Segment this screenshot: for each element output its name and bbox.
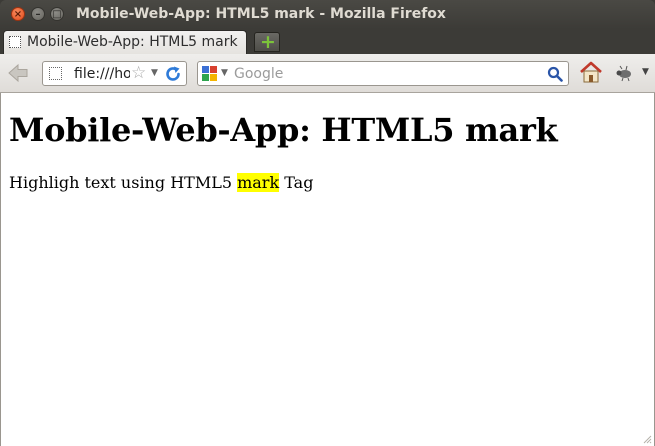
page-content: Mobile-Web-App: HTML5 mark Highligh text…: [0, 93, 655, 446]
new-tab-button[interactable]: +: [254, 32, 280, 52]
reload-icon[interactable]: [164, 65, 182, 83]
paragraph-text-after: Tag: [279, 173, 314, 192]
search-icon[interactable]: [547, 66, 563, 82]
plus-icon: +: [260, 31, 276, 53]
maximize-window-button[interactable]: □: [50, 7, 64, 21]
toolbar-overflow-chevron-icon[interactable]: ▼: [642, 67, 649, 77]
site-identity-icon[interactable]: [49, 67, 62, 80]
page-paragraph: Highligh text using HTML5 mark Tag: [9, 173, 313, 192]
search-bar[interactable]: ▼: [197, 61, 569, 86]
resize-grip-icon[interactable]: [642, 434, 652, 444]
home-icon[interactable]: [579, 60, 603, 84]
window-title: Mobile-Web-App: HTML5 mark - Mozilla Fir…: [76, 6, 446, 22]
search-engine-dropdown-icon[interactable]: ▼: [221, 68, 228, 78]
page-heading: Mobile-Web-App: HTML5 mark: [9, 111, 558, 149]
window-titlebar[interactable]: × – □ Mobile-Web-App: HTML5 mark - Mozil…: [0, 0, 655, 29]
addon-bug-icon[interactable]: [614, 64, 634, 82]
page-favicon-icon: [9, 36, 21, 48]
paragraph-text-before: Highligh text using HTML5: [9, 173, 238, 192]
url-history-dropdown-icon[interactable]: ▼: [151, 68, 158, 78]
search-input[interactable]: [234, 64, 534, 83]
back-arrow-icon[interactable]: [6, 62, 30, 84]
highlighted-mark-text: mark: [237, 173, 280, 192]
close-window-button[interactable]: ×: [11, 7, 25, 21]
tab-label: Mobile-Web-App: HTML5 mark: [27, 34, 238, 50]
tab-strip: Mobile-Web-App: HTML5 mark +: [0, 29, 655, 54]
navigation-toolbar: file:///home/ ☆ ▼ ▼ ▼: [0, 54, 655, 93]
tab-mobile-web-app[interactable]: Mobile-Web-App: HTML5 mark: [3, 30, 247, 54]
minimize-window-button[interactable]: –: [31, 7, 45, 21]
url-bar[interactable]: file:///home/ ☆ ▼: [42, 61, 187, 86]
url-text[interactable]: file:///home/: [74, 66, 130, 82]
bookmark-star-icon[interactable]: ☆: [131, 63, 146, 83]
google-icon[interactable]: [202, 66, 217, 81]
